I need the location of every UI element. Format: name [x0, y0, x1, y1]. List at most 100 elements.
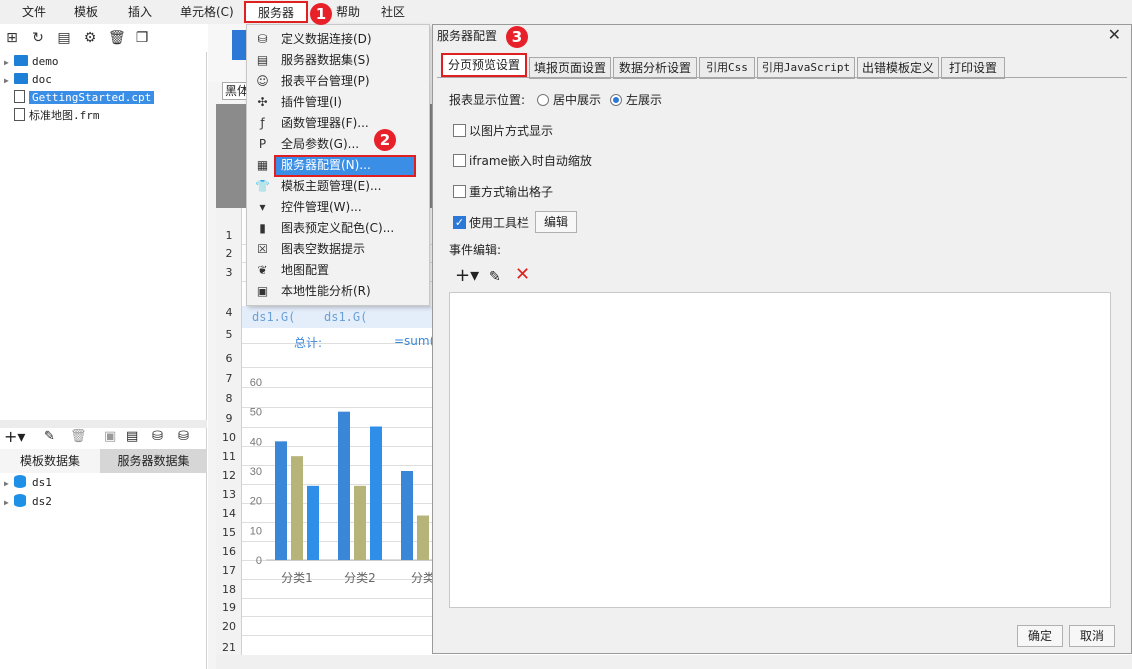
cell-ds1-g-b[interactable]: ds1.G(: [324, 310, 367, 324]
edit-event-icon[interactable]: ✎: [489, 269, 501, 285]
checkbox-use-toolbar[interactable]: ✓: [453, 216, 466, 229]
cancel-button[interactable]: 取消: [1069, 625, 1115, 647]
checkbox-image-display[interactable]: [453, 124, 466, 137]
menu-item-4[interactable]: ✣ 插件管理(I): [247, 92, 429, 113]
menu-item-3[interactable]: ☺ 报表平台管理(P): [247, 71, 429, 92]
tab-error-template[interactable]: 出错模板定义: [857, 57, 939, 79]
row-number[interactable]: 3: [216, 266, 242, 279]
checkbox-image-label: 以图片方式显示: [469, 124, 554, 138]
menu-item-5[interactable]: ƒ 函数管理器(F)...: [247, 113, 429, 134]
event-list[interactable]: [449, 292, 1111, 608]
y-tick-label: 10: [250, 525, 262, 537]
menu-help[interactable]: 帮助: [336, 0, 360, 24]
expand-arrow-icon[interactable]: ▶: [4, 475, 14, 493]
delete-event-icon[interactable]: ✕: [515, 266, 530, 284]
tab-css[interactable]: 引用Css: [699, 57, 755, 79]
row-number[interactable]: 17: [216, 564, 242, 577]
checkbox-repeat-output[interactable]: [453, 185, 466, 198]
cell-sum-formula[interactable]: =sum(: [394, 334, 434, 348]
add-icon[interactable]: +▾: [4, 428, 25, 446]
tab-pagination-preview[interactable]: 分页预览设置: [441, 53, 527, 77]
menu-item-6[interactable]: P 全局参数(G)...: [247, 134, 429, 155]
horizontal-scrollbar[interactable]: [216, 655, 1132, 669]
row-number[interactable]: 13: [216, 488, 242, 501]
tab-data-analysis[interactable]: 数据分析设置: [613, 57, 697, 79]
dataset-icon[interactable]: ▤: [126, 429, 138, 444]
dataset-item-ds1[interactable]: ▶ ds1: [4, 474, 52, 492]
menu-item-10[interactable]: ▮ 图表预定义配色(C)...: [247, 218, 429, 239]
menu-item-13[interactable]: ▣ 本地性能分析(R): [247, 281, 429, 302]
row-number[interactable]: 19: [216, 601, 242, 614]
row-number[interactable]: 2: [216, 247, 242, 260]
edit-icon[interactable]: ✎: [44, 429, 55, 444]
file-icon: [14, 90, 25, 103]
panel-splitter[interactable]: [0, 420, 207, 428]
copy-icon[interactable]: ❐: [134, 30, 150, 46]
menu-cell[interactable]: 单元格(C): [180, 0, 234, 24]
menu-item-7[interactable]: ▦ 服务器配置(N)...: [247, 155, 429, 176]
row-number[interactable]: 14: [216, 507, 242, 520]
menu-item-2[interactable]: ▤ 服务器数据集(S): [247, 50, 429, 71]
menu-item-8[interactable]: 👕 模板主题管理(E)...: [247, 176, 429, 197]
row-number[interactable]: 7: [216, 372, 242, 385]
menu-template[interactable]: 模板: [74, 0, 98, 24]
tab-fill-page[interactable]: 填报页面设置: [529, 57, 611, 79]
preview-icon[interactable]: ▣: [104, 429, 116, 444]
menu-item-12[interactable]: ❦ 地图配置: [247, 260, 429, 281]
radio-left[interactable]: [610, 94, 622, 106]
folder-icon: [14, 55, 28, 66]
cell-ds1-g-a[interactable]: ds1.G(: [252, 310, 295, 324]
settings-icon[interactable]: ⚙: [82, 30, 98, 46]
row-number[interactable]: 4: [216, 306, 242, 319]
menu-insert[interactable]: 插入: [128, 0, 152, 24]
dataset-item-ds2[interactable]: ▶ ds2: [4, 493, 52, 511]
row-number[interactable]: 12: [216, 469, 242, 482]
menu-server[interactable]: 服务器: [244, 1, 309, 23]
checkbox-iframe-zoom[interactable]: [453, 154, 466, 167]
edit-toolbar-button[interactable]: 编辑: [535, 211, 577, 233]
row-number[interactable]: 21: [216, 641, 242, 654]
database-icon[interactable]: ⛁: [152, 429, 163, 444]
expand-arrow-icon[interactable]: ▶: [4, 54, 14, 72]
cell-total-label[interactable]: 总计:: [294, 334, 322, 351]
menu-item-1[interactable]: ⛁ 定义数据连接(D): [247, 29, 429, 50]
tab-javascript[interactable]: 引用JavaScript: [757, 57, 855, 79]
tree-item-gettingstarted[interactable]: GettingStarted.cpt: [4, 89, 155, 107]
expand-arrow-icon[interactable]: ▶: [4, 72, 14, 90]
menu-item-9[interactable]: ▾ 控件管理(W)...: [247, 197, 429, 218]
row-number[interactable]: 15: [216, 526, 242, 539]
row-number[interactable]: 6: [216, 352, 242, 365]
row-number[interactable]: 20: [216, 620, 242, 633]
row-number[interactable]: 16: [216, 545, 242, 558]
menu-file[interactable]: 文件: [22, 0, 46, 24]
row-number[interactable]: 10: [216, 431, 242, 444]
delete-icon[interactable]: 🗑: [108, 30, 126, 46]
radio-center[interactable]: [537, 94, 549, 106]
row-number[interactable]: 9: [216, 412, 242, 425]
menu-community[interactable]: 社区: [381, 0, 405, 24]
tab-divider: [437, 77, 1127, 78]
tab-server-datasets[interactable]: 服务器数据集: [100, 449, 207, 473]
ok-button[interactable]: 确定: [1017, 625, 1063, 647]
tab-print[interactable]: 打印设置: [941, 57, 1005, 79]
refresh-icon[interactable]: ↻: [30, 30, 46, 46]
delete-icon[interactable]: 🗑: [70, 429, 87, 444]
database-settings-icon[interactable]: ⛁: [178, 429, 189, 444]
tree-item-demo[interactable]: ▶ demo: [4, 53, 59, 71]
tree-item-doc[interactable]: ▶ doc: [4, 71, 52, 89]
menu-item-label: 定义数据连接(D): [281, 32, 372, 46]
bar-1-3: [307, 485, 319, 560]
tab-template-datasets[interactable]: 模板数据集: [0, 449, 100, 473]
row-number[interactable]: 8: [216, 392, 242, 405]
add-event-icon[interactable]: +▾: [455, 267, 479, 285]
close-icon[interactable]: ✕: [1108, 26, 1121, 44]
open-icon[interactable]: ▤: [56, 30, 72, 46]
new-file-icon[interactable]: ⊞: [4, 30, 20, 46]
row-number[interactable]: 18: [216, 583, 242, 596]
tree-item-map[interactable]: 标准地图.frm: [4, 107, 100, 125]
menu-item-11[interactable]: ☒ 图表空数据提示: [247, 239, 429, 260]
row-number[interactable]: 5: [216, 328, 242, 341]
row-number[interactable]: 11: [216, 450, 242, 463]
expand-arrow-icon[interactable]: ▶: [4, 494, 14, 512]
row-number[interactable]: 1: [216, 229, 242, 242]
